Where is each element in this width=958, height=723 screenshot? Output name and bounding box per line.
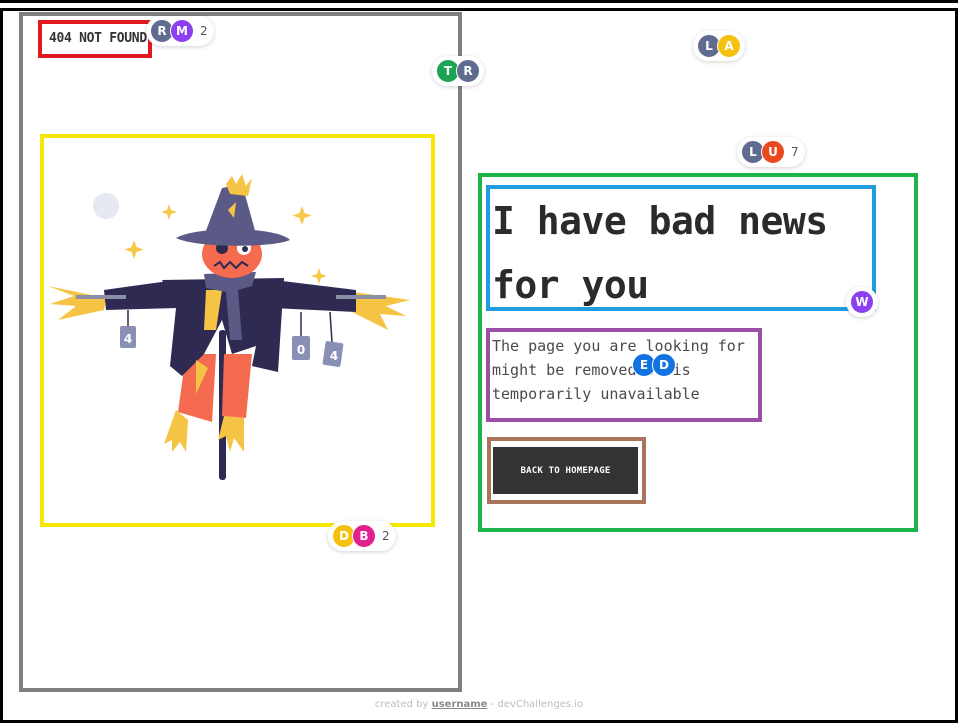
scarecrow-illustration: 4 0 4 <box>48 174 410 480</box>
presence-group[interactable]: R M 2 <box>146 16 214 46</box>
avatar[interactable]: W <box>850 290 874 314</box>
presence-group[interactable]: L U 7 <box>737 137 805 167</box>
footer-username-link[interactable]: username <box>432 699 488 710</box>
footer-credit: created by username - devChallenges.io <box>0 699 958 710</box>
presence-group[interactable]: L A <box>693 31 745 61</box>
moon-icon <box>93 193 119 219</box>
can-label: 4 <box>124 332 132 346</box>
footer-suffix: - devChallenges.io <box>490 699 584 710</box>
page-description: The page you are looking for might be re… <box>492 337 745 403</box>
page-title: I have bad news for you <box>492 199 828 307</box>
avatar[interactable]: B <box>352 524 376 548</box>
footer-prefix: created by <box>374 699 429 710</box>
presence-count: 7 <box>791 145 799 159</box>
avatar[interactable]: D <box>652 353 676 377</box>
presence-count: 2 <box>200 24 208 38</box>
can-label: 0 <box>297 343 305 357</box>
top-bar <box>0 0 958 3</box>
presence-group[interactable]: E D <box>628 350 680 380</box>
avatar[interactable]: R <box>456 59 480 83</box>
avatar[interactable]: U <box>761 140 785 164</box>
avatar[interactable]: A <box>717 34 741 58</box>
can-label: 4 <box>330 349 338 363</box>
avatar[interactable]: M <box>170 19 194 43</box>
presence-count: 2 <box>382 529 390 543</box>
presence-group[interactable]: T R <box>432 56 484 86</box>
logo[interactable]: 404 NOT FOUND <box>49 31 147 46</box>
presence-group[interactable]: W <box>846 287 878 317</box>
back-to-homepage-button[interactable]: BACK TO HOMEPAGE <box>493 447 638 494</box>
presence-group[interactable]: D B 2 <box>328 521 396 551</box>
